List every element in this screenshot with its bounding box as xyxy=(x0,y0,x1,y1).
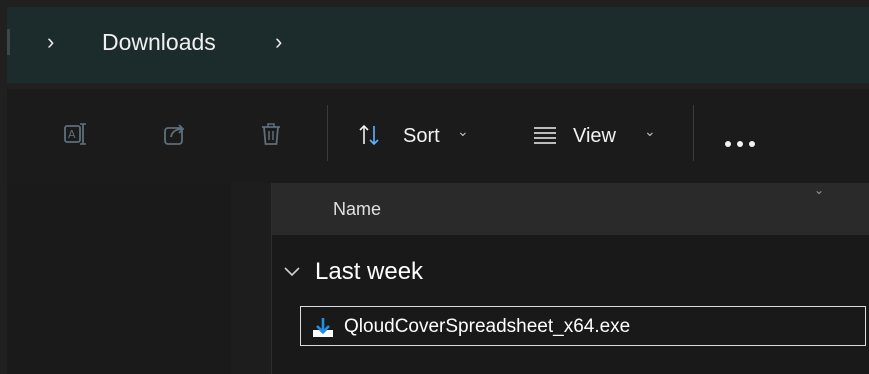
view-button-label[interactable]: View xyxy=(573,124,616,148)
command-bar: A Sort ⌄ View ⌄ xyxy=(7,89,869,183)
next-group-header-partial xyxy=(312,364,452,374)
toolbar-separator xyxy=(693,105,694,161)
breadcrumb-item-downloads[interactable]: Downloads xyxy=(102,29,216,55)
sort-button-label[interactable]: Sort xyxy=(403,124,440,148)
group-title: Last week xyxy=(315,258,424,285)
sort-icon[interactable] xyxy=(357,123,381,147)
file-row[interactable]: QloudCoverSpreadsheet_x64.exe xyxy=(300,306,866,346)
column-header-row: Name ⌄ xyxy=(272,183,869,235)
share-icon[interactable] xyxy=(162,121,188,147)
view-icon[interactable] xyxy=(533,125,557,145)
delete-icon[interactable] xyxy=(258,121,284,147)
window-left-border xyxy=(0,7,7,374)
sort-indicator-icon: ⌄ xyxy=(814,183,825,197)
installer-file-icon xyxy=(313,318,333,337)
column-header-name[interactable]: Name xyxy=(333,199,381,220)
chevron-right-icon[interactable]: › xyxy=(275,29,282,55)
chevron-down-icon[interactable] xyxy=(282,264,302,278)
address-bar[interactable]: › Downloads › xyxy=(7,7,869,83)
window-top-border xyxy=(0,0,869,7)
more-options-icon[interactable] xyxy=(725,134,761,152)
file-list[interactable] xyxy=(272,235,869,374)
navigation-pane[interactable] xyxy=(7,183,231,374)
chevron-down-icon[interactable]: ⌄ xyxy=(457,123,469,140)
file-name[interactable]: QloudCoverSpreadsheet_x64.exe xyxy=(344,316,630,338)
breadcrumb-overflow-edge xyxy=(7,29,10,55)
svg-text:A: A xyxy=(68,128,76,141)
rename-icon[interactable]: A xyxy=(63,121,89,147)
toolbar-separator xyxy=(327,105,328,161)
chevron-right-icon[interactable]: › xyxy=(47,29,54,55)
chevron-down-icon[interactable]: ⌄ xyxy=(644,123,656,140)
navigation-pane-scroll-gutter[interactable] xyxy=(231,183,271,374)
